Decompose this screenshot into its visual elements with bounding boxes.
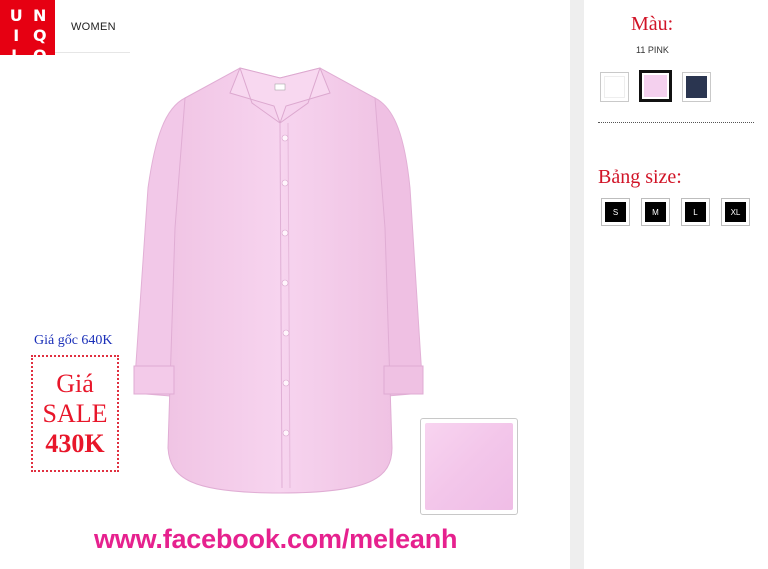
facebook-link[interactable]: www.facebook.com/meleanh [94, 524, 458, 555]
fabric-swatch[interactable] [420, 418, 518, 515]
logo-letter: U [9, 6, 23, 25]
size-button-m[interactable]: M [641, 198, 670, 226]
color-heading: Màu: [631, 13, 674, 35]
logo-letter: L [11, 46, 21, 65]
selected-color-name: 11 PINK [636, 45, 669, 55]
size-options: S M L XL [601, 198, 750, 226]
size-button-l[interactable]: L [681, 198, 710, 226]
color-swatch-navy-fill [686, 76, 707, 98]
logo-letter: I [13, 26, 19, 45]
pink-shirt-image [133, 67, 424, 494]
uniqlo-logo[interactable]: U N I Q L O [0, 0, 55, 65]
size-button-xl[interactable]: XL [721, 198, 750, 226]
sale-price-badge: Giá SALE 430K [31, 355, 119, 472]
logo-letter: O [32, 46, 47, 65]
color-swatch-pink[interactable] [639, 70, 672, 102]
size-heading: Bảng size: [598, 166, 682, 188]
logo-letter: N [33, 6, 46, 25]
sale-price-value: 430K [45, 428, 105, 458]
color-swatches [600, 70, 711, 102]
sale-label-gia: Giá [56, 368, 94, 398]
color-swatch-pink-fill [644, 75, 667, 97]
panel-separator [570, 0, 584, 569]
size-label: L [685, 202, 706, 222]
sale-label-sale: SALE [42, 398, 108, 428]
color-swatch-navy[interactable] [682, 72, 711, 102]
size-button-s[interactable]: S [601, 198, 630, 226]
color-swatch-white[interactable] [600, 72, 629, 102]
size-label: S [605, 202, 626, 222]
size-label: XL [725, 202, 746, 222]
fabric-swatch-fill [425, 423, 513, 510]
original-price: Giá gốc 640K [34, 333, 113, 348]
category-label[interactable]: WOMEN [71, 21, 116, 33]
logo-letter: Q [32, 26, 47, 45]
dotted-divider [598, 122, 754, 123]
color-swatch-white-fill [604, 76, 625, 98]
category-divider [55, 52, 130, 53]
size-label: M [645, 202, 666, 222]
